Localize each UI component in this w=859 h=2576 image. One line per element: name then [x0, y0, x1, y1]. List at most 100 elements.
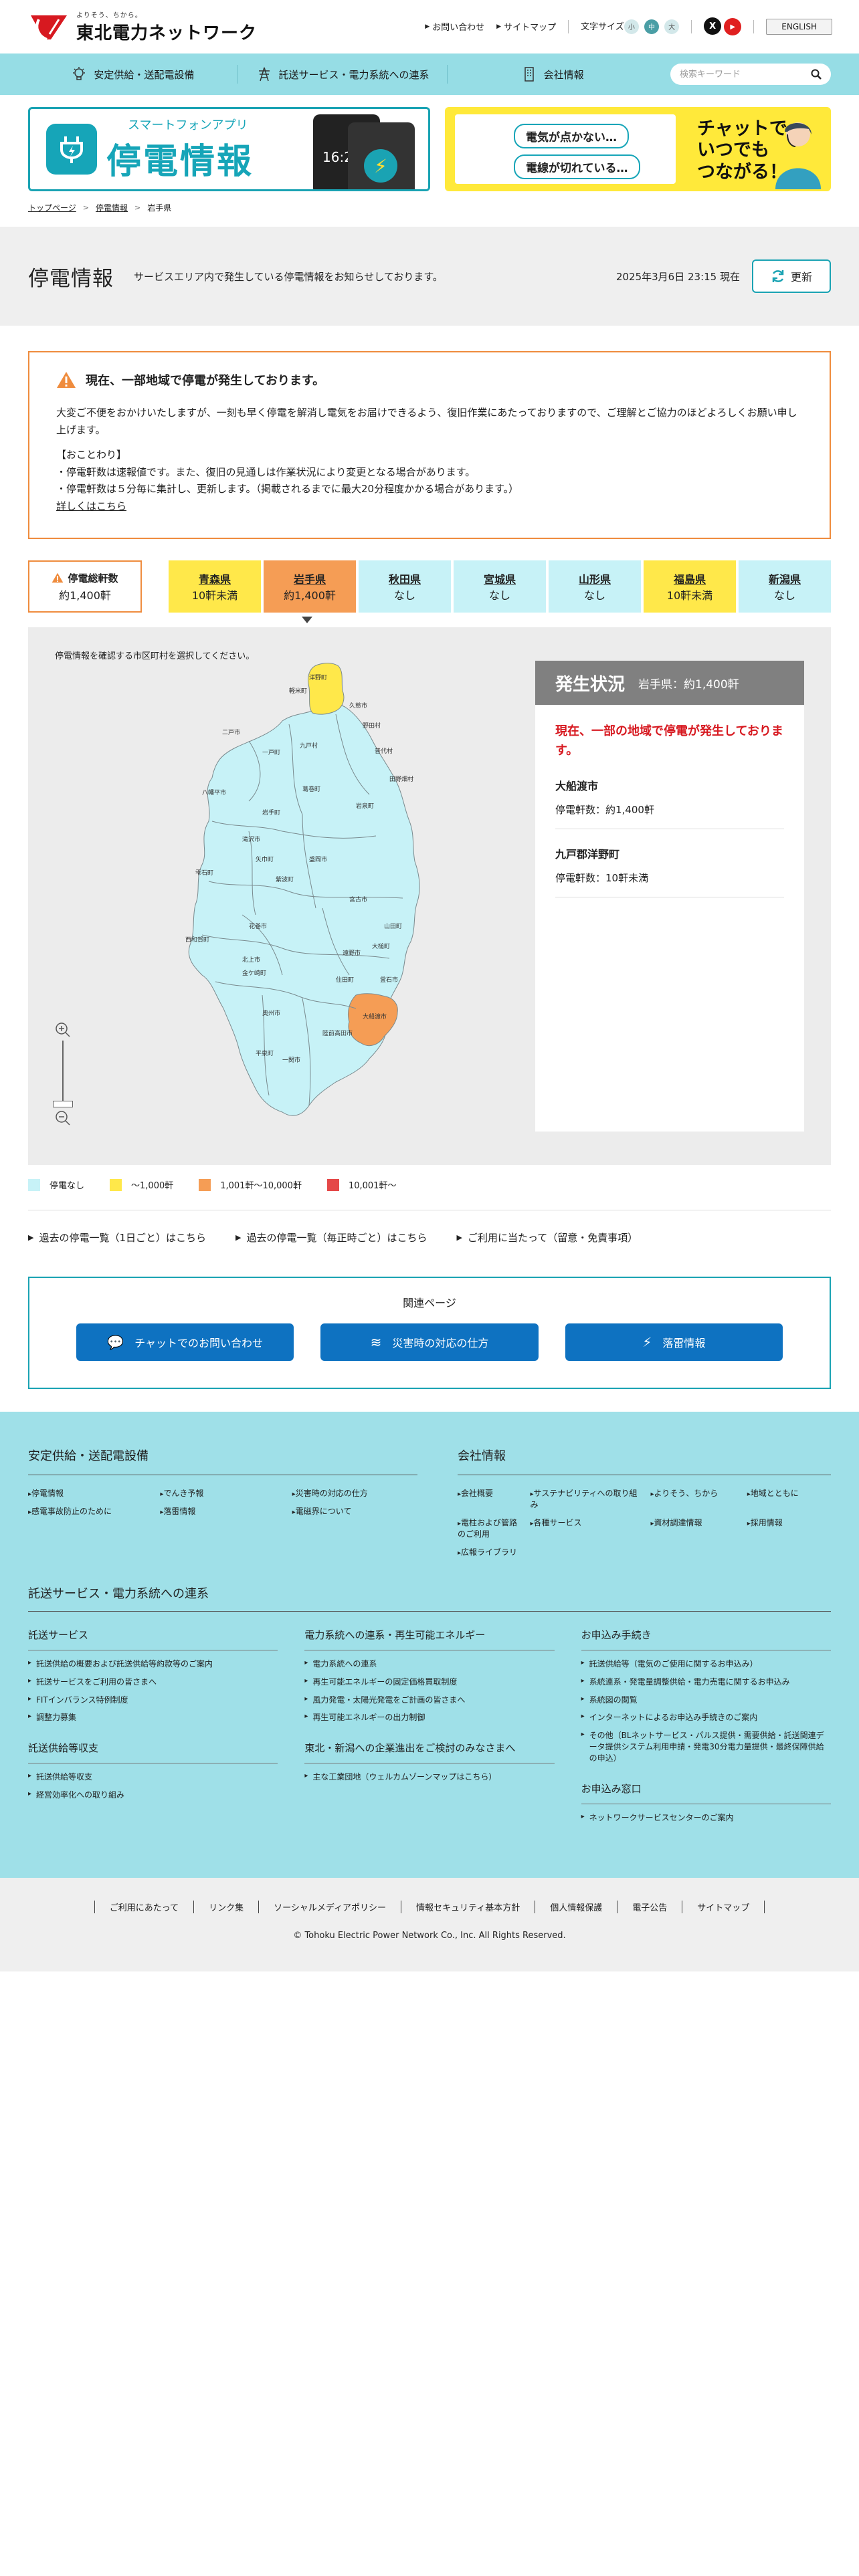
footer-link[interactable]: FITインバランス特例制度 — [28, 1695, 278, 1706]
footer-link[interactable]: 広報ライブラリ — [458, 1546, 523, 1558]
iwate-map[interactable]: 洋野町軽米町久慈市二戸市一戸町 九戸村 野田村普代村八幡平市 葛巻町岩泉町 田野畑村岩手… — [149, 661, 443, 1129]
prefecture-tab[interactable]: 新潟県 なし — [739, 560, 831, 613]
prefecture-tab[interactable]: 岩手県 約1,400軒 — [264, 560, 356, 613]
prefecture-tab[interactable]: 福島県 10軒未満 — [644, 560, 736, 613]
municipality-label[interactable]: 雫石町 — [195, 869, 213, 877]
gnav-company[interactable]: 会社情報 — [448, 65, 657, 84]
footer-bottom-link[interactable]: 個人情報保護 — [535, 1901, 617, 1914]
footer-link[interactable]: 地域とともに — [747, 1487, 831, 1510]
municipality-label[interactable]: 大槌町 — [372, 942, 390, 950]
x-icon[interactable]: X — [704, 17, 722, 35]
municipality-label[interactable]: 大船渡市 — [363, 1012, 387, 1021]
english-button[interactable]: ENGLISH — [766, 18, 832, 35]
footer-link[interactable]: その他（BLネットサービス・パルス提供・需要供給・託送関連データ提供システム利用… — [581, 1730, 831, 1763]
font-size-small-button[interactable]: 小 — [624, 19, 639, 34]
gnav-service[interactable]: 託送サービス・電力系統への連系 — [238, 65, 448, 84]
footer-bottom-link[interactable]: リンク集 — [193, 1901, 258, 1914]
municipality-label[interactable]: 久慈市 — [349, 702, 367, 710]
footer-link[interactable]: 系統連系・発電量調整供給・電力売電に関するお申込み — [581, 1677, 831, 1688]
municipality-label[interactable]: 平泉町 — [256, 1049, 274, 1057]
municipality-label[interactable]: 西和賀町 — [185, 936, 209, 944]
municipality-label[interactable]: 野田村 — [363, 722, 381, 730]
daily-history-link[interactable]: ▶ 過去の停電一覧（1日ごと）はこちら — [28, 1230, 206, 1245]
municipality-label[interactable]: 釜石市 — [380, 976, 398, 984]
hourly-history-link[interactable]: ▶ 過去の停電一覧（毎正時ごと）はこちら — [235, 1230, 427, 1245]
refresh-button[interactable]: 更新 — [752, 259, 831, 293]
breadcrumb-outage[interactable]: 停電情報 — [96, 202, 128, 213]
sitemap-link[interactable]: ▶ サイトマップ — [496, 20, 556, 33]
footer-link[interactable]: でんき予報 — [160, 1487, 285, 1499]
footer-link[interactable]: 託送供給等（電気のご使用に関するお申込み） — [581, 1658, 831, 1670]
municipality-label[interactable]: 住田町 — [336, 976, 354, 984]
footer-link[interactable]: 採用情報 — [747, 1517, 831, 1539]
footer-link[interactable]: 電柱および管路のご利用 — [458, 1517, 523, 1539]
site-logo[interactable]: よりそう、ちから。 東北電力ネットワーク — [28, 9, 257, 44]
footer-bottom-link[interactable]: 情報セキュリティ基本方針 — [400, 1901, 535, 1914]
footer-bottom-link[interactable]: 電子公告 — [617, 1901, 682, 1914]
footer-link[interactable]: インターネットによるお申込み手続きのご案内 — [581, 1712, 831, 1723]
search-icon[interactable] — [811, 69, 822, 80]
municipality-label[interactable]: 矢巾町 — [256, 855, 274, 863]
prefecture-tab[interactable]: 秋田県 なし — [359, 560, 451, 613]
municipality-label[interactable]: 二戸市 — [222, 728, 240, 736]
font-size-medium-button[interactable]: 中 — [644, 19, 659, 34]
zoom-slider[interactable] — [53, 1041, 73, 1107]
municipality-label[interactable]: 遠野市 — [343, 949, 361, 957]
prefecture-tab[interactable]: 青森県 10軒未満 — [169, 560, 261, 613]
footer-link[interactable]: 調整力募集 — [28, 1712, 278, 1723]
footer-link[interactable]: 各種サービス — [530, 1517, 644, 1539]
footer-link[interactable]: 再生可能エネルギーの出力制御 — [304, 1712, 554, 1723]
chat-inquiry-button[interactable]: 💬 チャットでのお問い合わせ — [76, 1323, 294, 1361]
municipality-label[interactable]: 普代村 — [375, 747, 393, 755]
disaster-guide-button[interactable]: ≋ 災害時の対応の仕方 — [320, 1323, 539, 1361]
footer-link[interactable]: 託送供給等収支 — [28, 1772, 278, 1783]
footer-link[interactable]: 電磁界について — [292, 1505, 417, 1517]
municipality-label[interactable]: 一戸町 — [262, 749, 280, 756]
footer-link[interactable]: 系統図の閲覧 — [581, 1695, 831, 1706]
municipality-label[interactable]: 滝沢市 — [242, 835, 260, 843]
footer-link[interactable]: ネットワークサービスセンターのご案内 — [581, 1812, 831, 1824]
footer-link[interactable]: 落雷情報 — [160, 1505, 285, 1517]
gnav-supply[interactable]: 安定供給・送配電設備 — [28, 65, 238, 84]
breadcrumb-top[interactable]: トップページ — [28, 202, 76, 213]
municipality-label[interactable]: 岩泉町 — [356, 802, 374, 810]
municipality-label[interactable]: 一関市 — [282, 1056, 300, 1064]
municipality-label[interactable]: 九戸村 — [300, 742, 318, 750]
municipality-label[interactable]: 軽米町 — [289, 687, 307, 695]
terms-link[interactable]: ▶ ご利用に当たって（留意・免責事項） — [457, 1230, 638, 1245]
municipality-label[interactable]: 山田町 — [384, 923, 402, 930]
lightning-info-button[interactable]: ⚡ 落雷情報 — [565, 1323, 783, 1361]
footer-link[interactable]: 感電事故防止のために — [28, 1505, 153, 1517]
municipality-label[interactable]: 八幡平市 — [202, 788, 226, 796]
contact-link[interactable]: ▶ お問い合わせ — [425, 20, 484, 33]
municipality-label[interactable]: 宮古市 — [349, 895, 367, 903]
municipality-label[interactable]: 盛岡市 — [309, 855, 327, 863]
municipality-label[interactable]: 田野畑村 — [389, 775, 413, 783]
footer-link[interactable]: 経営効率化への取り組み — [28, 1790, 278, 1801]
prefecture-tab[interactable]: 宮城県 なし — [454, 560, 546, 613]
footer-link[interactable]: 資材調達情報 — [650, 1517, 740, 1539]
municipality-label[interactable]: 紫波町 — [276, 875, 294, 883]
municipality-label[interactable]: 花巻市 — [249, 922, 267, 930]
footer-link[interactable]: よりそう、ちから — [650, 1487, 740, 1510]
footer-link[interactable]: 再生可能エネルギーの固定価格買取制度 — [304, 1677, 554, 1688]
municipality-label[interactable]: 金ケ崎町 — [242, 969, 266, 977]
municipality-label[interactable]: 陸前高田市 — [322, 1029, 353, 1037]
footer-bottom-link[interactable]: ソーシャルメディアポリシー — [258, 1901, 401, 1914]
app-banner[interactable]: スマートフォンアプリ 停電情報 16:21 ⚡ — [28, 107, 430, 191]
search-input[interactable] — [680, 69, 811, 80]
zoom-out-icon[interactable] — [55, 1110, 71, 1126]
municipality-label[interactable]: 葛巻町 — [302, 785, 320, 793]
municipality-label[interactable]: 北上市 — [242, 956, 260, 964]
municipality-label[interactable]: 奥州市 — [262, 1009, 280, 1017]
municipality-label[interactable]: 洋野町 — [309, 673, 327, 681]
footer-link[interactable]: 会社概要 — [458, 1487, 523, 1510]
prefecture-tab[interactable]: 山形県 なし — [549, 560, 641, 613]
footer-bottom-link[interactable]: ご利用にあたって — [94, 1901, 193, 1914]
footer-link[interactable]: 災害時の対応の仕方 — [292, 1487, 417, 1499]
zoom-slider-handle[interactable] — [53, 1101, 73, 1107]
municipality-label[interactable]: 岩手町 — [262, 809, 280, 817]
font-size-large-button[interactable]: 大 — [664, 19, 680, 34]
footer-link[interactable]: 電力系統への連系 — [304, 1658, 554, 1670]
footer-link[interactable]: 停電情報 — [28, 1487, 153, 1499]
